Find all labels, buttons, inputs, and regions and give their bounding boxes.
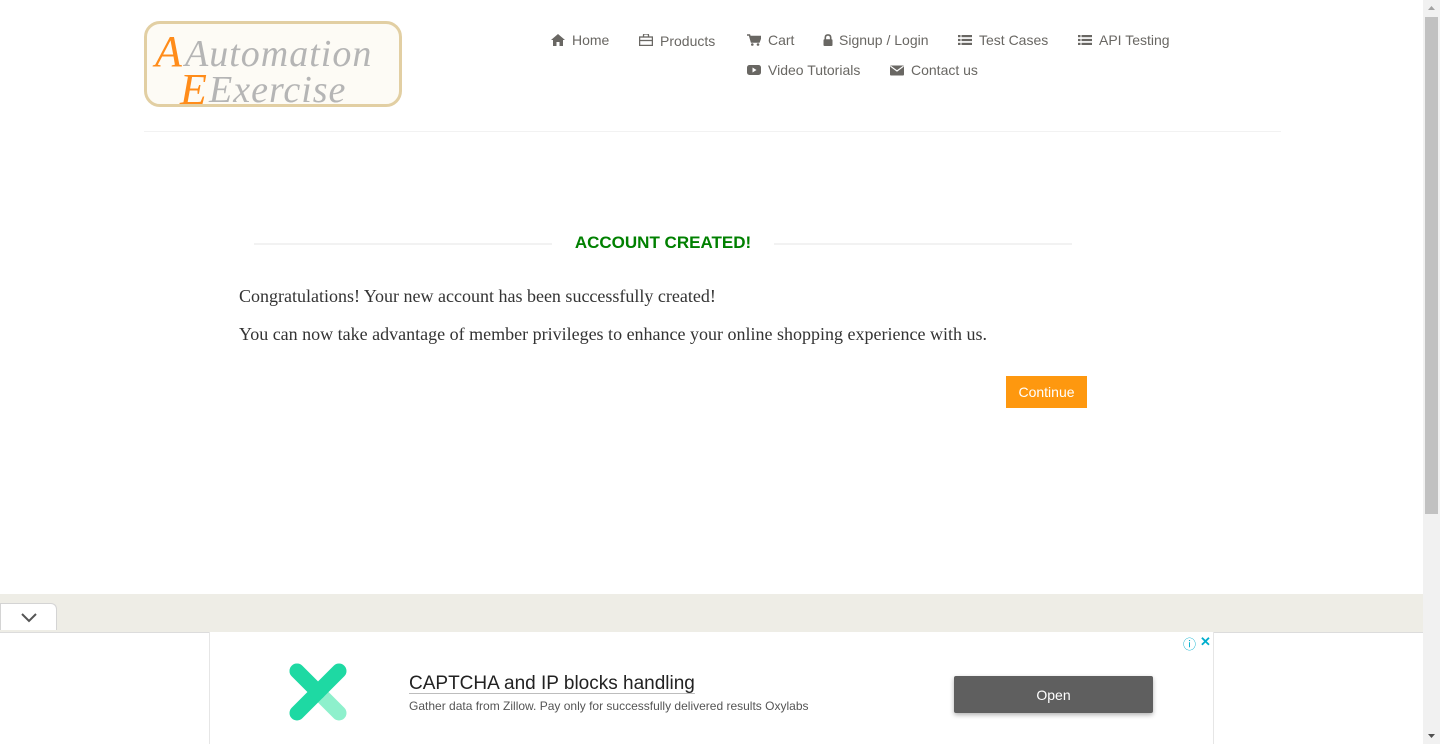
- nav-products-label: Products: [660, 33, 716, 49]
- logo-text-2: Exercise: [208, 69, 346, 110]
- nav-contact-us-label: Contact us: [911, 62, 978, 78]
- ad-collapse-toggle[interactable]: [0, 603, 57, 630]
- svg-text:A: A: [152, 27, 183, 76]
- youtube-icon: [747, 65, 761, 75]
- continue-button[interactable]: Continue: [1006, 376, 1087, 408]
- nav-home[interactable]: Home: [551, 30, 609, 50]
- briefcase-icon: [639, 34, 653, 46]
- header-divider: [144, 131, 1281, 132]
- nav-api-testing-label: API Testing: [1099, 32, 1170, 48]
- nav-cart-label: Cart: [768, 32, 795, 48]
- envelope-icon: [890, 65, 904, 76]
- footer-band: [0, 594, 1423, 634]
- site-logo[interactable]: A Automation E Exercise: [144, 21, 402, 110]
- svg-text:E: E: [179, 65, 207, 110]
- nav-video-tutorials[interactable]: Video Tutorials: [747, 60, 860, 80]
- ad-open-button[interactable]: Open: [954, 676, 1153, 713]
- vertical-scrollbar[interactable]: [1423, 0, 1440, 744]
- nav-test-cases-label: Test Cases: [979, 32, 1049, 48]
- logo-mark: A Automation E Exercise: [152, 27, 371, 110]
- nav-home-label: Home: [572, 32, 610, 48]
- ad-controls: ⓘ ✕: [1183, 634, 1211, 653]
- nav-test-cases[interactable]: Test Cases: [958, 30, 1048, 50]
- title-rule-right: [774, 243, 1072, 245]
- lock-icon: [823, 34, 833, 46]
- nav-cart[interactable]: Cart: [747, 30, 794, 50]
- scroll-thumb[interactable]: [1425, 17, 1438, 514]
- arrow-down-icon: [1428, 734, 1435, 738]
- privileges-message: You can now take advantage of member pri…: [239, 324, 987, 344]
- home-icon: [551, 34, 565, 46]
- nav-api-testing[interactable]: API Testing: [1078, 30, 1170, 50]
- nav-signup-login-label: Signup / Login: [839, 32, 929, 48]
- account-created-heading: ACCOUNT CREATED!: [254, 231, 1072, 255]
- cart-icon: [747, 34, 761, 46]
- nav-products[interactable]: Products: [639, 30, 715, 50]
- ad-description: Gather data from Zillow. Pay only for su…: [409, 699, 809, 713]
- congrats-message: Congratulations! Your new account has be…: [239, 286, 716, 306]
- ad-headline[interactable]: CAPTCHA and IP blocks handling: [409, 673, 695, 695]
- ad-info-icon[interactable]: ⓘ: [1183, 634, 1196, 653]
- arrow-up-icon: [1428, 6, 1435, 10]
- chevron-down-icon: [21, 613, 37, 623]
- scroll-up-arrow[interactable]: [1423, 0, 1440, 17]
- page-title: ACCOUNT CREATED!: [574, 233, 752, 252]
- list-icon: [1078, 35, 1092, 45]
- nav-contact-us[interactable]: Contact us: [890, 60, 978, 80]
- list-icon: [958, 35, 972, 45]
- ad-close-icon[interactable]: ✕: [1200, 634, 1211, 653]
- nav-signup-login[interactable]: Signup / Login: [823, 30, 929, 50]
- title-rule-left: [254, 243, 552, 245]
- scroll-down-arrow[interactable]: [1423, 727, 1440, 744]
- ad-brand-logo: [289, 663, 347, 721]
- nav-video-tutorials-label: Video Tutorials: [768, 62, 861, 78]
